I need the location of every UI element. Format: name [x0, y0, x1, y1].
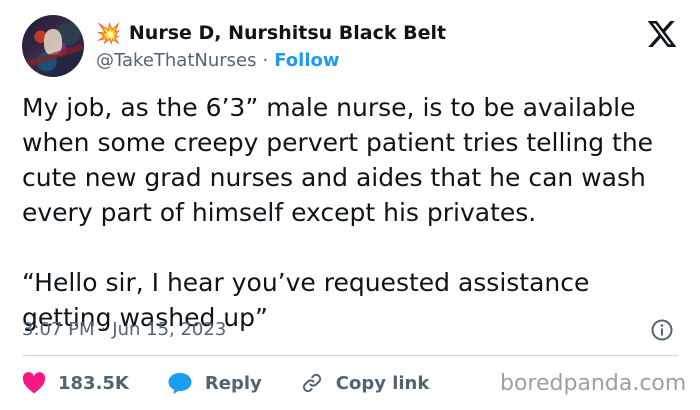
handle-separator: · [262, 49, 269, 71]
follow-button[interactable]: Follow [274, 50, 339, 71]
reply-button[interactable]: Reply [167, 371, 262, 395]
watermark: boredpanda.com [500, 371, 687, 396]
heart-icon [22, 372, 46, 394]
divider [22, 355, 678, 356]
avatar[interactable] [22, 15, 84, 77]
tweet-actions: 183.5K Reply Copy link [22, 366, 467, 400]
author-handle[interactable]: @TakeThatNurses [96, 50, 257, 71]
collision-emoji-icon: 💥 [96, 21, 121, 45]
author-name-row: 💥 Nurse D, Nurshitsu Black Belt [96, 20, 446, 46]
info-icon[interactable] [650, 318, 674, 342]
copy-link-label: Copy link [335, 372, 430, 394]
meta-separator: · [100, 318, 107, 340]
link-icon [302, 373, 321, 393]
like-button[interactable]: 183.5K [22, 372, 129, 394]
tweet-time[interactable]: 3:07 PM [22, 319, 95, 340]
speech-bubble-icon [168, 373, 192, 394]
reply-label: Reply [204, 372, 262, 394]
tweet-meta: 3:07 PM · Jun 15, 2023 [22, 314, 226, 344]
x-logo-icon[interactable] [646, 18, 678, 50]
tweet-text: My job, as the 6’3” male nurse, is to be… [22, 93, 654, 332]
author-handle-row: @TakeThatNurses · Follow [96, 48, 340, 72]
author-display-name[interactable]: Nurse D, Nurshitsu Black Belt [129, 22, 446, 44]
like-count: 183.5K [58, 372, 129, 394]
copy-link-button[interactable]: Copy link [300, 371, 430, 395]
tweet-date[interactable]: Jun 15, 2023 [112, 319, 226, 340]
